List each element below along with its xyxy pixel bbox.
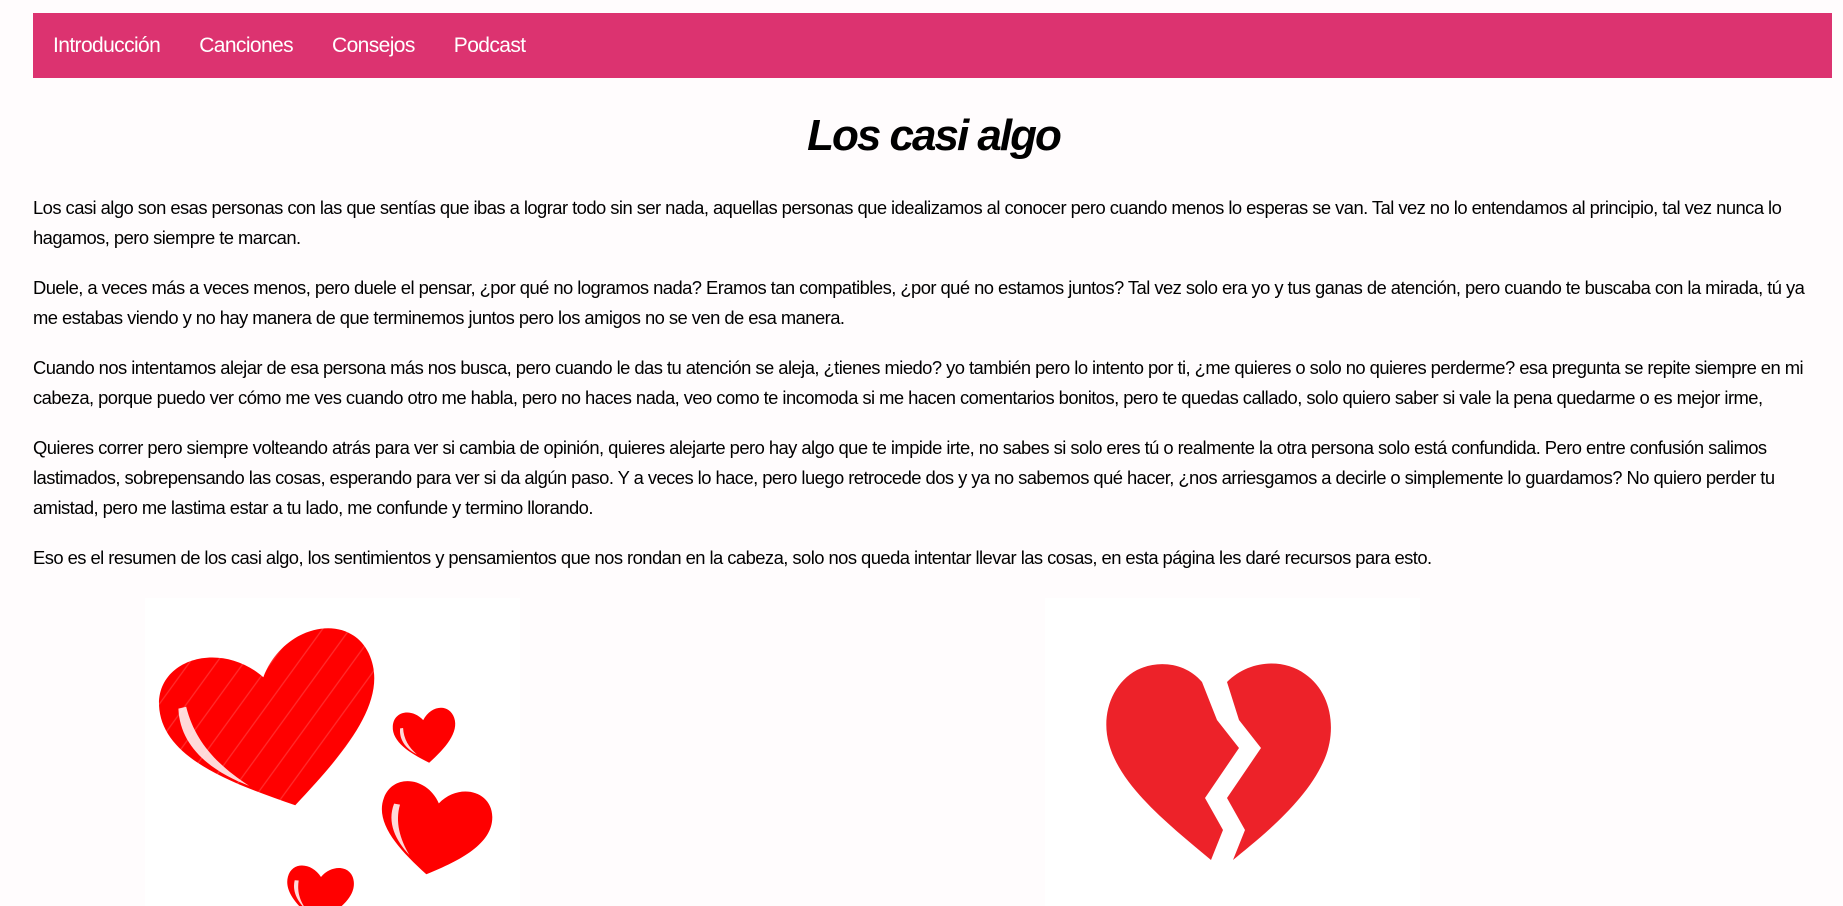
paragraph-quieres: Quieres correr pero siempre volteando at… [33, 437, 1775, 518]
broken-heart-image [1045, 598, 1420, 906]
paragraph-cuando: Cuando nos intentamos alejar de esa pers… [33, 357, 1804, 408]
hearts-icon [159, 628, 493, 906]
article-body: Los casi algo son esas personas con las … [33, 193, 1833, 593]
paragraph-intro: Los casi algo son esas personas con las … [33, 197, 1782, 248]
hearts-image [145, 598, 520, 906]
broken-heart-icon [1106, 663, 1331, 860]
page: Introducción Canciones Consejos Podcast … [0, 0, 1843, 906]
nav-link-consejos[interactable]: Consejos [332, 34, 415, 58]
nav-link-canciones[interactable]: Canciones [199, 34, 293, 58]
page-title: Los casi algo [807, 111, 1062, 160]
paragraph-resumen: Eso es el resumen de los casi algo, los … [33, 547, 1432, 568]
top-navigation-bar: Introducción Canciones Consejos Podcast [33, 13, 1832, 78]
nav-link-introduccion[interactable]: Introducción [53, 34, 161, 58]
paragraph-duele: Duele, a veces más a veces menos, pero d… [33, 277, 1805, 328]
nav-link-podcast[interactable]: Podcast [454, 34, 526, 58]
